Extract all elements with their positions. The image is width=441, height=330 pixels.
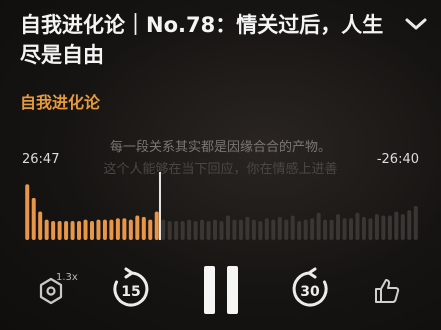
skip-forward-seconds: 30 <box>300 284 320 300</box>
waveform-bar <box>258 220 263 240</box>
forward-30-icon: 30 <box>292 267 328 307</box>
waveform-bar <box>193 220 198 240</box>
waveform-bar <box>135 215 140 240</box>
skip-back-button[interactable]: 15 <box>108 266 154 312</box>
waveform-bar <box>38 211 43 240</box>
waveform-bar <box>290 215 295 240</box>
waveform-bar <box>83 219 88 240</box>
waveform-bar <box>161 219 166 240</box>
waveform-scrubber[interactable] <box>24 172 419 240</box>
pause-icon <box>204 266 238 314</box>
waveform-bar <box>96 219 101 240</box>
waveform-bar <box>316 212 321 240</box>
waveform-bar <box>213 219 218 240</box>
waveform-bar <box>361 216 366 240</box>
waveform-bar <box>187 219 192 240</box>
waveform-bar <box>102 219 107 240</box>
waveform-bar <box>323 219 328 240</box>
podcast-author-link[interactable]: 自我进化论 <box>20 89 100 113</box>
waveform-bar <box>355 212 360 240</box>
time-remaining: -26:40 <box>376 152 419 167</box>
waveform-bar <box>225 215 230 240</box>
waveform-bar <box>89 220 94 240</box>
waveform-bar <box>219 220 224 240</box>
waveform-bar <box>407 210 412 240</box>
waveform-bar <box>122 218 127 240</box>
waveform-bar <box>381 215 386 240</box>
waveform-bar <box>174 220 179 240</box>
collapse-button[interactable] <box>396 4 436 44</box>
waveform-bar <box>148 219 153 240</box>
waveform-bar <box>180 220 185 240</box>
waveform-bar <box>31 197 36 240</box>
waveform-bar <box>200 219 205 240</box>
waveform-bar <box>245 216 250 240</box>
waveform-bar <box>329 219 334 240</box>
transcript-current-line: 每一段关系其实都是因缘合合的产物。 <box>109 140 331 155</box>
waveform-bar <box>57 220 62 240</box>
waveform-bar <box>297 220 302 240</box>
waveform-bar <box>154 211 159 240</box>
waveform-bar <box>238 219 243 240</box>
playhead[interactable] <box>158 172 161 240</box>
waveform-bar <box>264 218 269 240</box>
waveform-bar <box>368 218 373 240</box>
waveform-bar <box>387 215 392 240</box>
waveform-bar <box>277 216 282 240</box>
waveform-bar <box>232 219 237 240</box>
thumbs-up-icon <box>375 279 400 303</box>
waveform-bar <box>206 220 211 240</box>
waveform-bar <box>342 218 347 240</box>
waveform-bar <box>25 184 30 240</box>
waveform-bar <box>141 216 146 240</box>
waveform-bar <box>374 214 379 240</box>
waveform-bar <box>284 219 289 240</box>
waveform-bar <box>115 218 120 240</box>
waveform-bar <box>310 218 315 240</box>
chevron-down-icon <box>405 18 427 30</box>
waveform-bar <box>271 219 276 240</box>
waveform-bar <box>70 220 75 240</box>
time-elapsed: 26:47 <box>22 152 60 167</box>
waveform-bar <box>44 219 49 240</box>
like-button[interactable] <box>368 272 406 310</box>
waveform-bar <box>51 220 56 240</box>
waveform-bar <box>349 218 354 240</box>
skip-forward-button[interactable]: 30 <box>287 266 333 312</box>
rewind-15-icon: 15 <box>113 267 149 307</box>
waveform-bar <box>336 214 341 240</box>
waveform-bar <box>394 211 399 240</box>
pause-button[interactable] <box>196 262 246 318</box>
speed-value: 1.3x <box>56 272 78 283</box>
waveform-bar <box>251 219 256 240</box>
waveform-bar <box>303 219 308 240</box>
waveform-bar <box>109 219 114 240</box>
waveform-bar <box>64 220 69 240</box>
waveform-bar <box>400 214 405 240</box>
waveform-bar <box>77 220 82 240</box>
skip-back-seconds: 15 <box>121 284 140 300</box>
episode-title: 自我进化论｜No.78：情关过后，人生尽是自由 <box>20 13 384 67</box>
waveform-bar <box>413 206 418 240</box>
waveform-bar <box>167 220 172 240</box>
waveform-bar <box>128 219 133 240</box>
